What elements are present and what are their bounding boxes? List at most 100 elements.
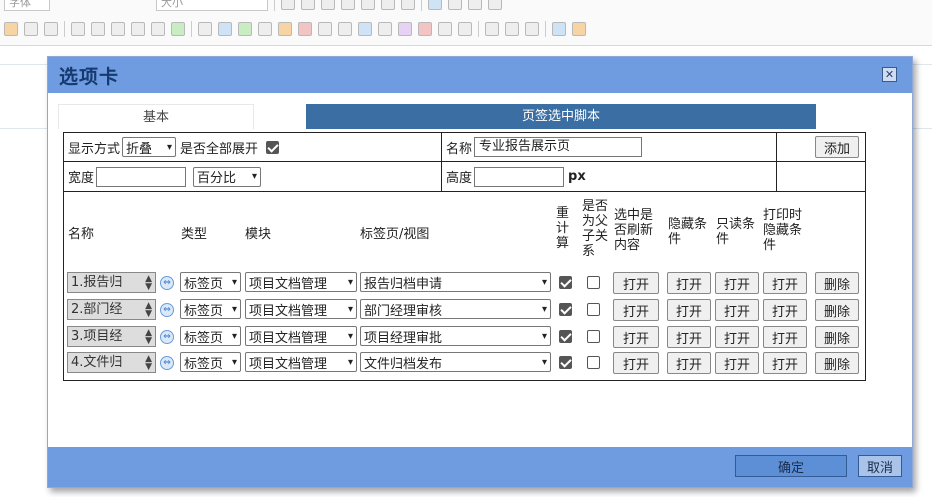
row-recalc-checkbox[interactable]	[559, 356, 572, 369]
horizontal-rule-icon[interactable]	[71, 22, 85, 36]
form-icon[interactable]	[151, 22, 165, 36]
row-open-print-hide-button[interactable]: 打开	[763, 299, 807, 321]
row-delete-button[interactable]: 删除	[815, 272, 859, 294]
row-module-select[interactable]: 项目文档管理 ▾	[245, 326, 357, 346]
row-delete-button[interactable]: 删除	[815, 352, 859, 374]
row-open-readonly-button[interactable]: 打开	[715, 299, 759, 321]
row-view-select[interactable]: 项目经理审批 ▾	[360, 326, 551, 346]
map-icon[interactable]	[298, 22, 312, 36]
copy-icon[interactable]	[91, 22, 105, 36]
row-open-readonly-button[interactable]: 打开	[715, 326, 759, 348]
layers-icon[interactable]	[218, 22, 232, 36]
row-parent-child-checkbox[interactable]	[587, 356, 600, 369]
divider-icon[interactable]	[458, 22, 472, 36]
swap-icon[interactable]: ⇔	[160, 276, 174, 290]
chart-icon[interactable]	[398, 22, 412, 36]
font-family-select[interactable]: 字体	[4, 0, 50, 11]
name-input[interactable]: 专业报告展示页	[474, 137, 643, 157]
office-icon[interactable]	[358, 22, 372, 36]
row-delete-button[interactable]: 删除	[815, 299, 859, 321]
close-icon[interactable]: ✕	[882, 67, 897, 82]
row-open-refresh-button[interactable]: 打开	[613, 299, 659, 321]
align-left-icon[interactable]	[428, 0, 442, 10]
frame-icon[interactable]	[131, 22, 145, 36]
row-module-select[interactable]: 项目文档管理 ▾	[245, 299, 357, 319]
media-icon[interactable]	[238, 22, 252, 36]
row-open-print-hide-button[interactable]: 打开	[763, 272, 807, 294]
italic-icon[interactable]	[321, 0, 335, 10]
row-delete-button[interactable]: 删除	[815, 326, 859, 348]
microphone-icon[interactable]	[318, 22, 332, 36]
row-open-hide-button[interactable]: 打开	[667, 272, 711, 294]
link-icon[interactable]	[485, 22, 499, 36]
row-name-select[interactable]: 3.项目经 ▲ ▼	[67, 326, 156, 347]
anchor-icon[interactable]	[525, 22, 539, 36]
highlight-color-icon[interactable]	[572, 22, 586, 36]
row-name-select[interactable]: 2.部门经 ▲ ▼	[67, 299, 156, 320]
search-icon[interactable]	[281, 0, 295, 10]
add-button[interactable]: 添加	[815, 136, 859, 158]
font-color-icon[interactable]	[552, 22, 566, 36]
cancel-button[interactable]: 取消	[858, 455, 902, 477]
superscript-icon[interactable]	[381, 0, 395, 10]
row-parent-child-checkbox[interactable]	[587, 330, 600, 343]
row-view-select[interactable]: 文件归档发布 ▾	[360, 352, 551, 372]
template-icon[interactable]	[44, 22, 58, 36]
pencil-icon[interactable]	[198, 22, 212, 36]
align-right-icon[interactable]	[468, 0, 482, 10]
row-open-refresh-button[interactable]: 打开	[613, 272, 659, 294]
tab-basic[interactable]: 基本	[58, 104, 254, 129]
unlink-icon[interactable]	[505, 22, 519, 36]
row-open-readonly-button[interactable]: 打开	[715, 272, 759, 294]
row-name-select[interactable]: 1.报告归 ▲ ▼	[67, 272, 156, 293]
row-open-hide-button[interactable]: 打开	[667, 326, 711, 348]
qrcode-icon[interactable]	[338, 22, 352, 36]
row-type-select[interactable]: 标签页 ▾	[180, 272, 241, 292]
picture-icon[interactable]	[278, 22, 292, 36]
insert-image-icon[interactable]	[4, 22, 18, 36]
underline-icon[interactable]	[341, 0, 355, 10]
align-justify-icon[interactable]	[488, 0, 502, 10]
row-recalc-checkbox[interactable]	[559, 276, 572, 289]
align-center-icon[interactable]	[448, 0, 462, 10]
row-module-select[interactable]: 项目文档管理 ▾	[245, 352, 357, 372]
row-recalc-checkbox[interactable]	[559, 330, 572, 343]
row-module-select[interactable]: 项目文档管理 ▾	[245, 272, 357, 292]
row-parent-child-checkbox[interactable]	[587, 303, 600, 316]
row-open-hide-button[interactable]: 打开	[667, 299, 711, 321]
paste-icon[interactable]	[111, 22, 125, 36]
row-recalc-checkbox[interactable]	[559, 303, 572, 316]
row-open-print-hide-button[interactable]: 打开	[763, 352, 807, 374]
width-input[interactable]	[96, 166, 187, 187]
video-icon[interactable]	[258, 22, 272, 36]
attachment-icon[interactable]	[378, 22, 392, 36]
fullscreen-icon[interactable]	[24, 22, 38, 36]
row-type-select[interactable]: 标签页 ▾	[180, 326, 241, 346]
swap-icon[interactable]: ⇔	[160, 330, 174, 344]
width-unit-select[interactable]: 百分比 ▾	[193, 166, 262, 187]
bold-icon[interactable]	[301, 0, 315, 10]
expand-all-checkbox[interactable]	[266, 140, 280, 154]
swap-icon[interactable]: ⇔	[160, 303, 174, 317]
font-size-select[interactable]: 大小	[156, 0, 268, 11]
row-view-select[interactable]: 报告归档申请 ▾	[360, 272, 551, 292]
row-type-select[interactable]: 标签页 ▾	[180, 352, 241, 372]
row-open-refresh-button[interactable]: 打开	[613, 352, 659, 374]
row-open-refresh-button[interactable]: 打开	[613, 326, 659, 348]
tab-select-script[interactable]: 页签选中脚本	[306, 104, 816, 129]
row-type-select[interactable]: 标签页 ▾	[180, 299, 241, 319]
display-mode-select[interactable]: 折叠 ▾	[122, 137, 177, 157]
row-open-hide-button[interactable]: 打开	[667, 352, 711, 374]
subscript-icon[interactable]	[401, 0, 415, 10]
row-open-readonly-button[interactable]: 打开	[715, 352, 759, 374]
row-parent-child-checkbox[interactable]	[587, 276, 600, 289]
swap-icon[interactable]: ⇔	[160, 356, 174, 370]
page-number-icon[interactable]	[438, 22, 452, 36]
list-icon[interactable]	[171, 22, 185, 36]
row-view-select[interactable]: 部门经理审核 ▾	[360, 299, 551, 319]
row-name-select[interactable]: 4.文件归 ▲ ▼	[67, 352, 156, 373]
record-icon[interactable]	[418, 22, 432, 36]
ok-button[interactable]: 确定	[735, 455, 847, 477]
row-open-print-hide-button[interactable]: 打开	[763, 326, 807, 348]
height-input[interactable]	[474, 166, 565, 187]
